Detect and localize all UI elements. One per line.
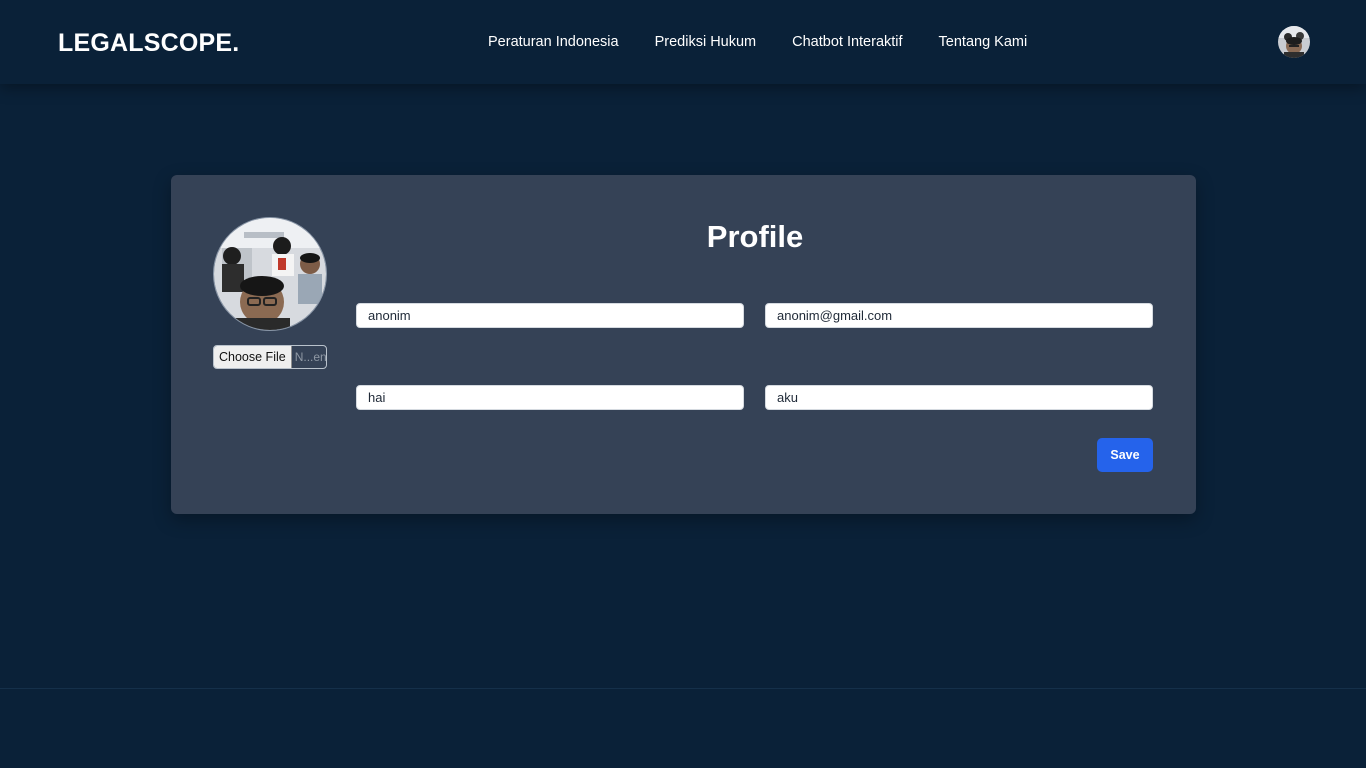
name-input[interactable] xyxy=(356,303,744,328)
email-input[interactable] xyxy=(765,303,1153,328)
profile-field-3-input[interactable] xyxy=(356,385,744,410)
nav-link-chatbot[interactable]: Chatbot Interaktif xyxy=(792,31,902,53)
nav-link-tentang[interactable]: Tentang Kami xyxy=(939,31,1028,53)
brand-logo[interactable]: LEGALSCOPE. xyxy=(58,28,239,58)
user-avatar[interactable] xyxy=(1278,26,1310,58)
nav-links: Peraturan Indonesia Prediksi Hukum Chatb… xyxy=(470,31,1045,53)
file-status-text: N...en xyxy=(294,350,326,364)
file-picker[interactable]: Choose File N...en xyxy=(213,345,327,369)
profile-field-4-input[interactable] xyxy=(765,385,1153,410)
profile-photo xyxy=(213,217,327,331)
top-navbar: LEGALSCOPE. Peraturan Indonesia Prediksi… xyxy=(0,0,1366,84)
nav-link-peraturan[interactable]: Peraturan Indonesia xyxy=(488,31,619,53)
choose-file-button[interactable]: Choose File xyxy=(214,346,292,368)
footer-divider xyxy=(0,688,1366,689)
profile-card: Choose File N...en Profile Save xyxy=(171,175,1196,514)
save-button[interactable]: Save xyxy=(1097,438,1153,472)
avatar-photo xyxy=(1278,26,1310,58)
nav-link-prediksi[interactable]: Prediksi Hukum xyxy=(655,31,757,53)
profile-photo-image xyxy=(214,218,326,330)
page-title: Profile xyxy=(706,219,804,254)
